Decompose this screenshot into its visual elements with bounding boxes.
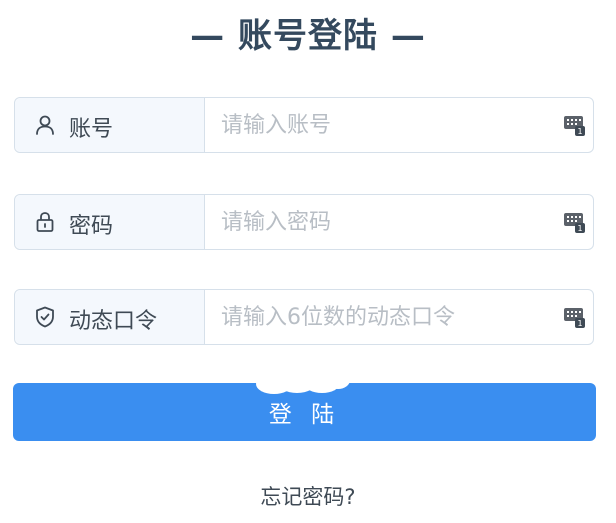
keyboard-icon[interactable]: 1 bbox=[563, 114, 585, 136]
shield-check-icon bbox=[36, 306, 54, 328]
account-label-cell: 账号 bbox=[15, 98, 205, 152]
svg-text:1: 1 bbox=[577, 319, 582, 328]
password-field: 密码 1 bbox=[14, 194, 594, 250]
account-label: 账号 bbox=[69, 117, 114, 142]
svg-text:1: 1 bbox=[577, 127, 582, 136]
account-field: 账号 1 bbox=[14, 97, 594, 153]
otp-label: 动态口令 bbox=[69, 309, 158, 334]
forgot-password-link[interactable]: 忘记密码? bbox=[0, 481, 616, 511]
user-icon bbox=[36, 115, 54, 135]
keyboard-icon[interactable]: 1 bbox=[563, 211, 585, 233]
password-label: 密码 bbox=[69, 214, 114, 239]
otp-input[interactable] bbox=[211, 298, 551, 336]
account-input[interactable] bbox=[211, 106, 551, 144]
cloud-decoration bbox=[256, 369, 350, 394]
keyboard-icon[interactable]: 1 bbox=[563, 306, 585, 328]
svg-text:1: 1 bbox=[577, 224, 582, 233]
page-title: — 账号登陆 — bbox=[190, 16, 426, 56]
password-label-cell: 密码 bbox=[15, 195, 205, 249]
otp-field: 动态口令 1 bbox=[14, 289, 594, 345]
password-input[interactable] bbox=[211, 203, 551, 241]
lock-icon bbox=[36, 212, 54, 232]
otp-label-cell: 动态口令 bbox=[15, 290, 205, 344]
